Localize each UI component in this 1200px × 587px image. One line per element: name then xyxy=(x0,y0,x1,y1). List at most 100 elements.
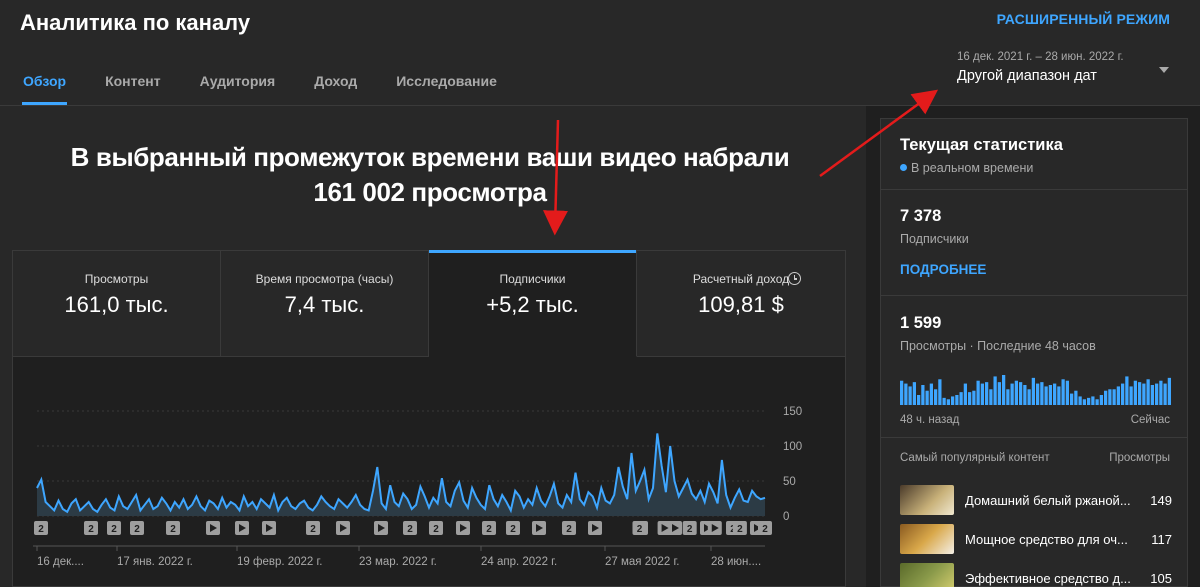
multi-event-marker: 2 xyxy=(758,521,772,535)
multi-event-marker: 2 xyxy=(34,521,48,535)
mini-bar xyxy=(1163,383,1167,405)
mini-bar xyxy=(1150,385,1154,405)
video-marker-icon xyxy=(206,521,220,535)
page-title: Аналитика по каналу xyxy=(20,10,251,35)
subscribers-value: 7 378 xyxy=(900,207,942,225)
mini-bar xyxy=(1112,389,1116,405)
y-tick-label: 100 xyxy=(783,441,802,453)
metric-card-views[interactable]: Просмотры 161,0 тыс. xyxy=(13,251,221,357)
metric-card-watch-time[interactable]: Время просмотра (часы) 7,4 тыс. xyxy=(221,251,429,357)
advanced-mode-link[interactable]: РАСШИРЕННЫЙ РЕЖИМ xyxy=(997,11,1170,27)
multi-event-marker: 2 xyxy=(506,521,520,535)
svg-text:2: 2 xyxy=(737,524,743,535)
tab-overview[interactable]: Обзор xyxy=(21,60,68,105)
mini-bar xyxy=(980,383,984,405)
y-tick-label: 0 xyxy=(783,511,789,523)
top-content-item[interactable]: Эффективное средство д... 105 xyxy=(900,563,1172,587)
mini-bar xyxy=(1036,383,1040,405)
mini-bar xyxy=(993,376,997,405)
metric-card-revenue[interactable]: Расчетный доход 109,81 $ xyxy=(637,251,845,357)
metric-cards: Просмотры 161,0 тыс. Время просмотра (ча… xyxy=(13,250,845,357)
y-tick-label: 50 xyxy=(783,476,796,488)
realtime-label: В реальном времени xyxy=(911,161,1034,175)
bar-chart-end-label: Сейчас xyxy=(1130,414,1170,426)
mini-bar xyxy=(1082,399,1086,405)
mini-bar xyxy=(1044,386,1048,405)
mini-bar xyxy=(1057,386,1061,405)
multi-event-marker: 2 xyxy=(682,521,697,535)
multi-event-marker: 2 xyxy=(84,521,98,535)
mini-bar xyxy=(1048,385,1052,405)
mini-bar xyxy=(1129,386,1133,405)
multi-event-marker: 2 xyxy=(403,521,417,535)
tab-research[interactable]: Исследование xyxy=(396,60,497,105)
mini-bar xyxy=(929,383,933,405)
video-views: 105 xyxy=(1150,571,1172,586)
video-marker-icon xyxy=(456,521,470,535)
mini-bar xyxy=(1167,377,1171,405)
tab-audience[interactable]: Аудитория xyxy=(200,60,276,105)
clock-icon[interactable] xyxy=(788,272,801,285)
x-tick-label: 17 янв. 2022 г. xyxy=(117,556,193,568)
mini-bar xyxy=(1133,380,1137,405)
mini-bar xyxy=(1108,389,1112,405)
mini-bar xyxy=(1061,379,1065,405)
y-tick-label: 150 xyxy=(783,406,802,418)
multi-event-marker: 2 xyxy=(562,521,576,535)
tab-bar: Обзор Контент Аудитория Доход Исследован… xyxy=(0,60,536,105)
svg-text:2: 2 xyxy=(407,524,413,535)
top-content-item[interactable]: Мощное средство для оч... 117 xyxy=(900,524,1172,556)
multi-event-marker: 2 xyxy=(482,521,496,535)
metric-value: 161,0 тыс. xyxy=(64,292,169,317)
svg-text:2: 2 xyxy=(687,524,693,535)
divider xyxy=(881,189,1187,190)
mini-bar xyxy=(1116,386,1120,405)
metric-label: Расчетный доход xyxy=(692,272,790,286)
mini-bar xyxy=(1159,380,1163,405)
video-marker-icon xyxy=(262,521,276,535)
date-range-picker[interactable]: 16 дек. 2021 г. – 28 июн. 2022 г. Другой… xyxy=(957,51,1177,96)
mini-bar xyxy=(951,396,955,405)
svg-text:2: 2 xyxy=(637,524,643,535)
views-48h-value: 1 599 xyxy=(900,314,942,332)
metric-value: 109,81 $ xyxy=(698,292,784,317)
metric-label: Просмотры xyxy=(84,272,149,286)
metric-card-subscribers[interactable]: Подписчики +5,2 тыс. xyxy=(429,250,637,357)
mini-bar xyxy=(1074,390,1078,405)
chevron-down-icon xyxy=(1159,67,1169,73)
mini-bar xyxy=(1125,376,1129,405)
multi-event-marker: 2 xyxy=(429,521,443,535)
multi-event-marker: 2 xyxy=(107,521,121,535)
top-content-item[interactable]: Домашний белый ржаной... 149 xyxy=(900,485,1172,517)
live-dot-icon xyxy=(900,164,907,171)
views-chart: 1501005002222222222222222216 дек....17 я… xyxy=(33,406,802,568)
x-tick-label: 28 июн.... xyxy=(711,556,761,568)
mini-bar xyxy=(1095,399,1099,405)
mini-bar xyxy=(904,383,908,405)
headline-line-1: В выбранный промежуток времени ваши виде… xyxy=(70,142,790,172)
mini-bar xyxy=(1006,389,1010,405)
tab-revenue[interactable]: Доход xyxy=(314,60,357,105)
x-tick-label: 16 дек.... xyxy=(37,556,84,568)
mini-bar xyxy=(1138,382,1142,405)
metric-label: Время просмотра (часы) xyxy=(255,272,394,286)
mini-bar xyxy=(1142,383,1146,405)
metric-label: Подписчики xyxy=(499,272,566,286)
video-marker-icon xyxy=(532,521,546,535)
views-48h-label: Просмотры · Последние 48 часов xyxy=(900,339,1096,353)
video-views: 149 xyxy=(1150,493,1172,508)
svg-text:2: 2 xyxy=(762,524,768,535)
svg-text:2: 2 xyxy=(486,524,492,535)
mini-bar xyxy=(972,390,976,405)
video-views: 117 xyxy=(1151,532,1172,547)
tab-content[interactable]: Контент xyxy=(105,60,161,105)
svg-text:2: 2 xyxy=(88,524,94,535)
date-range-label: Другой диапазон дат xyxy=(957,68,1097,84)
video-title: Мощное средство для оч... xyxy=(965,532,1128,547)
views-48h-bar-chart xyxy=(900,375,1171,405)
mini-bar xyxy=(900,380,904,405)
realtime-sidebar: Текущая статистика В реальном времени 7 … xyxy=(880,118,1188,587)
more-details-link[interactable]: ПОДРОБНЕЕ xyxy=(900,262,986,277)
header-divider xyxy=(0,105,1200,106)
svg-text:2: 2 xyxy=(111,524,117,535)
